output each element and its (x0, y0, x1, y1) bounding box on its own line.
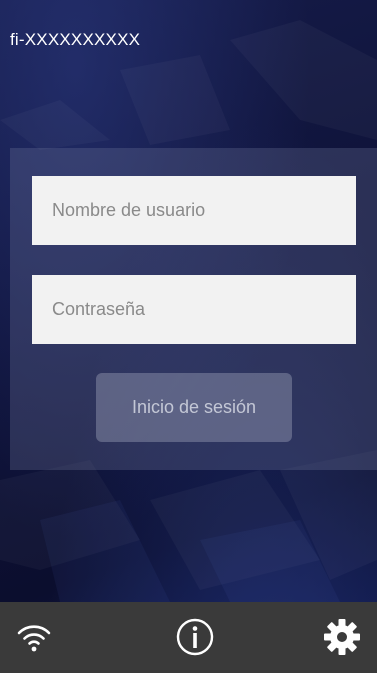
wifi-icon[interactable] (9, 612, 59, 662)
login-screen: fi-XXXXXXXXXX Inicio de sesión (0, 0, 377, 673)
gear-icon[interactable] (317, 612, 367, 662)
info-icon-glyph (176, 618, 214, 656)
login-panel: Inicio de sesión (10, 148, 377, 470)
login-button[interactable]: Inicio de sesión (96, 373, 292, 442)
wifi-icon-glyph (17, 625, 51, 652)
bottom-toolbar (0, 602, 377, 673)
password-input[interactable] (32, 275, 356, 344)
gear-icon-glyph (324, 619, 360, 655)
info-icon[interactable] (170, 612, 220, 662)
device-name: fi-XXXXXXXXXX (10, 30, 141, 49)
username-input[interactable] (32, 176, 356, 245)
